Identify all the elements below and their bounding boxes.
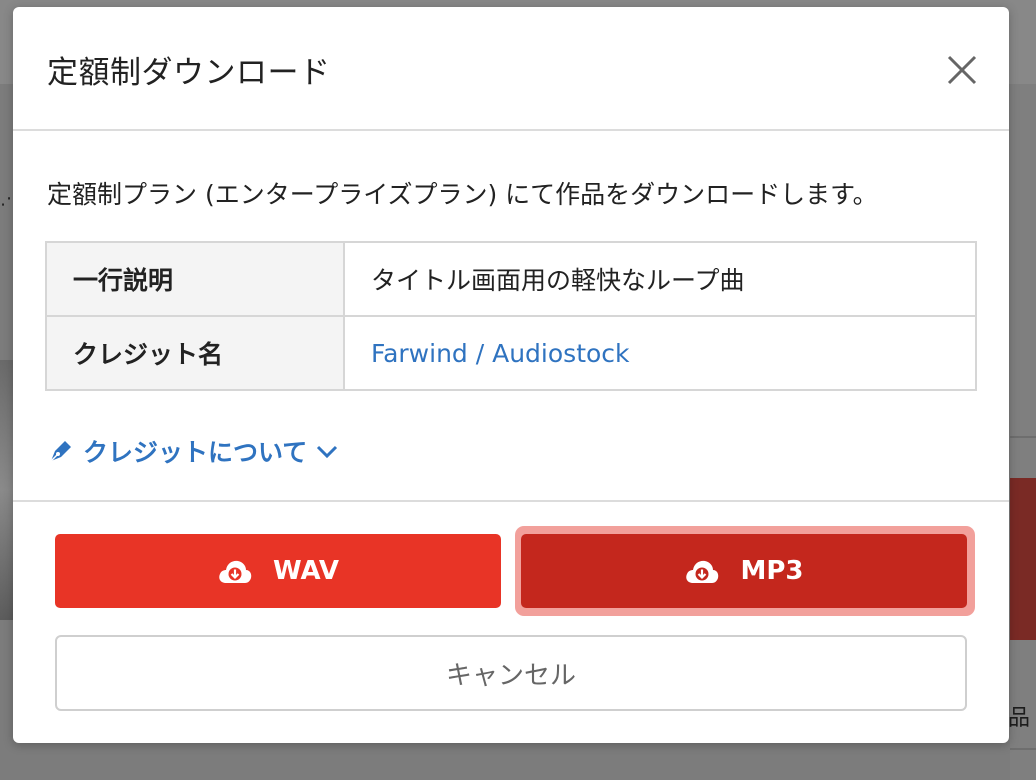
- cloud-download-icon: [219, 560, 252, 583]
- modal-title: 定額制ダウンロード: [47, 55, 331, 91]
- row-label-description: 一行説明: [45, 241, 345, 317]
- intro-text: 定額制プラン (エンタープライズプラン) にて作品をダウンロードします。: [47, 180, 878, 209]
- mp3-label: MP3: [740, 556, 804, 586]
- background-divider: [1010, 748, 1036, 750]
- credit-about-toggle[interactable]: クレジットについて: [47, 433, 339, 469]
- pen-icon: [50, 441, 71, 462]
- background-red-block: [1010, 478, 1036, 640]
- info-table: 一行説明 タイトル画面用の軽快なループ曲 クレジット名 Farwind / Au…: [45, 241, 977, 391]
- credit-about-label: クレジットについて: [83, 438, 308, 467]
- row-value-credit: Farwind / Audiostock: [343, 315, 977, 391]
- download-modal: 定額制ダウンロード 定額制プラン (エンタープライズプラン) にて作品をダウンロ…: [13, 7, 1009, 743]
- background-divider: [1010, 436, 1036, 438]
- cloud-download-icon: [686, 560, 719, 583]
- background-text: 品: [1008, 706, 1031, 731]
- wav-label: WAV: [273, 556, 339, 586]
- background-image: [0, 360, 14, 620]
- table-row: クレジット名 Farwind / Audiostock: [45, 315, 977, 391]
- modal-header: 定額制ダウンロード: [13, 7, 1009, 131]
- download-mp3-button[interactable]: MP3: [521, 534, 967, 608]
- background-panel: [1010, 84, 1036, 780]
- download-wav-button[interactable]: WAV: [55, 534, 501, 608]
- footer-divider: [13, 500, 1009, 502]
- close-icon: [947, 55, 977, 85]
- credit-name-link[interactable]: Farwind / Audiostock: [371, 339, 630, 368]
- close-button[interactable]: [943, 51, 981, 89]
- row-value-description: タイトル画面用の軽快なループ曲: [343, 241, 977, 317]
- table-row: 一行説明 タイトル画面用の軽快なループ曲: [45, 241, 977, 317]
- cancel-button[interactable]: キャンセル: [55, 635, 967, 711]
- chevron-down-icon: [317, 445, 338, 459]
- row-label-credit: クレジット名: [45, 315, 345, 391]
